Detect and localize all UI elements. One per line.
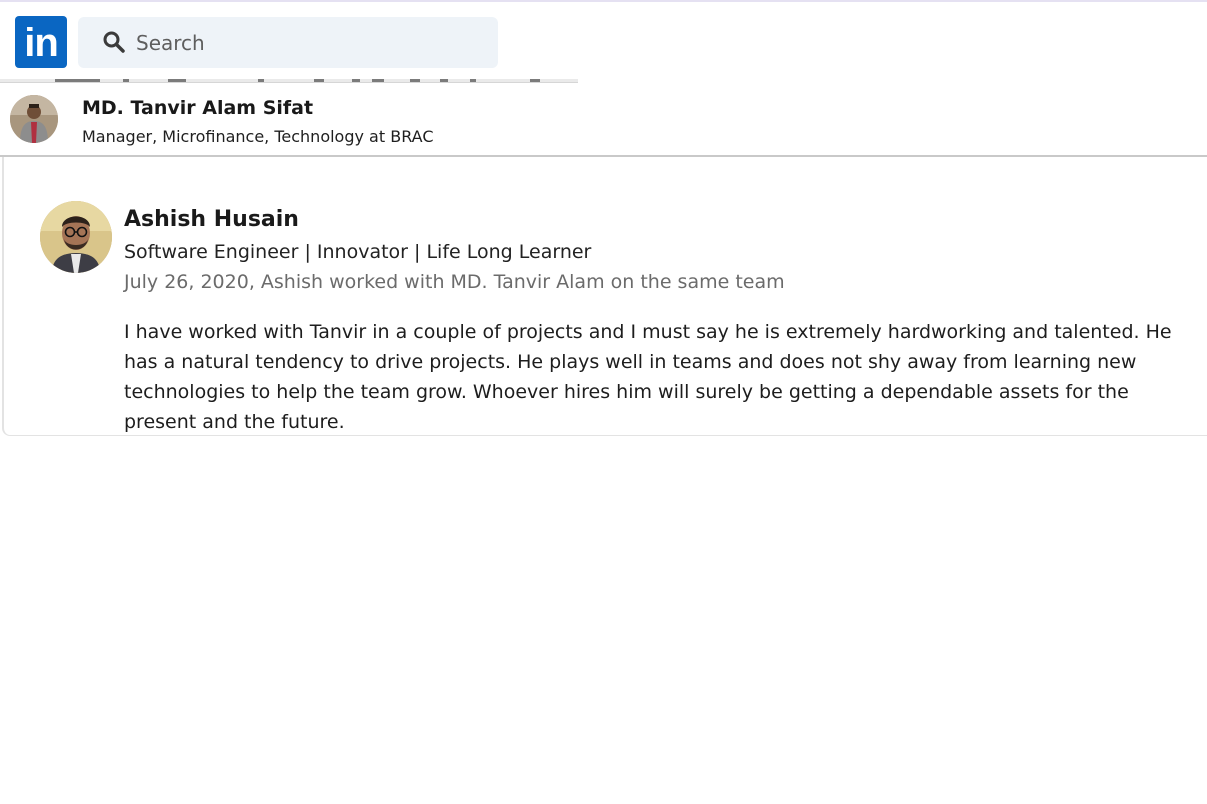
recommendation-meta: July 26, 2020, Ashish worked with MD. Ta… — [124, 271, 785, 293]
recommender-name[interactable]: Ashish Husain — [124, 207, 299, 232]
search-input[interactable] — [136, 17, 476, 68]
recommendation-card: Ashish Husain Software Engineer | Innova… — [2, 157, 1207, 436]
recommender-photo — [40, 201, 112, 273]
profile-name[interactable]: MD. Tanvir Alam Sifat — [82, 97, 313, 119]
recommender-avatar[interactable] — [40, 201, 112, 273]
profile-avatar[interactable] — [10, 95, 58, 143]
global-nav: in — [0, 2, 1207, 82]
profile-headline: Manager, Microfinance, Technology at BRA… — [82, 127, 434, 146]
linkedin-logo[interactable]: in — [15, 16, 67, 68]
search-icon — [103, 31, 125, 53]
profile-sticky-header: MD. Tanvir Alam Sifat Manager, Microfina… — [0, 83, 1207, 155]
recommendation-text: I have worked with Tanvir in a couple of… — [124, 321, 1172, 433]
profile-photo — [10, 95, 58, 143]
logo-text: in — [24, 21, 59, 65]
recommender-headline: Software Engineer | Innovator | Life Lon… — [124, 241, 592, 263]
search-bar[interactable] — [78, 17, 498, 68]
